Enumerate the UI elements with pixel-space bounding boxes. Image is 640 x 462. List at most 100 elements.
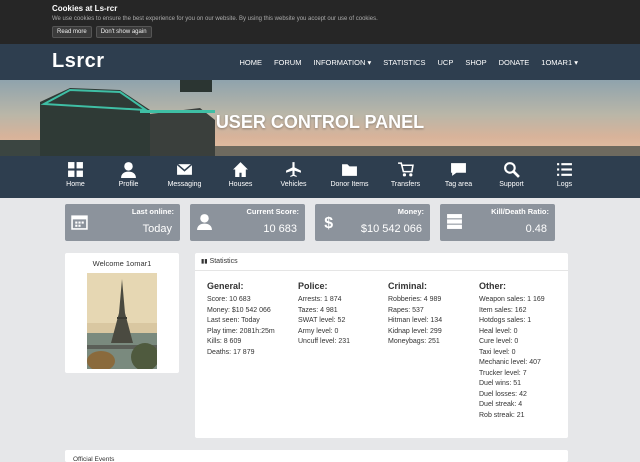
- stat-current-score: Current Score: 10 683: [190, 204, 305, 241]
- user-icon: [197, 214, 212, 230]
- page-title: USER CONTROL PANEL: [215, 112, 425, 132]
- bar-chart-icon: ▮▮: [201, 259, 208, 265]
- ucp-icon-bar: Home Profile Messaging Houses Vehicles D…: [0, 156, 640, 198]
- statistics-panel: ▮▮ Statistics General: Score: 10 683 Mon…: [195, 253, 568, 438]
- ucp-nav-logs[interactable]: Logs: [538, 156, 591, 198]
- stat-money: $ Money: $10 542 066: [315, 204, 430, 241]
- official-events-panel: Official Events: [65, 450, 568, 462]
- ucp-nav-label: Profile: [118, 181, 139, 188]
- stat-row: Cure level: 0: [479, 338, 519, 345]
- ucp-nav-label: Logs: [556, 181, 573, 188]
- stat-label: Current Score:: [246, 207, 299, 216]
- ucp-nav-label: Tag area: [444, 181, 473, 188]
- grid-icon: [68, 162, 83, 177]
- stat-row: Taxi level: 0: [479, 348, 516, 356]
- envelope-icon: [176, 163, 193, 175]
- ucp-nav-label: Vehicles: [280, 181, 307, 188]
- stat-label: Kill/Death Ratio:: [491, 207, 549, 216]
- stat-row: Trucker level: 7: [479, 369, 527, 377]
- ucp-nav-home[interactable]: Home: [49, 156, 102, 198]
- menu-home[interactable]: HOME: [239, 58, 262, 67]
- stat-kill-death-ratio: Kill/Death Ratio: 0.48: [440, 204, 555, 241]
- read-more-button[interactable]: Read more: [52, 26, 92, 38]
- stat-row: Hitman level: 134: [388, 317, 443, 324]
- statistics-title: Statistics: [209, 258, 238, 265]
- stat-row: Uncuff level: 231: [298, 338, 351, 345]
- menu-forum[interactable]: FORUM: [274, 58, 302, 67]
- site-logo[interactable]: Lsrcr: [52, 50, 105, 73]
- criminal-title: Criminal:: [388, 281, 428, 291]
- stat-last-online: Last online: Today: [65, 204, 180, 241]
- stat-row: Kidnap level: 299: [388, 327, 442, 335]
- general-column: General: Score: 10 683 Money: $10 542 06…: [207, 281, 275, 358]
- police-column: Police: Arrests: 1 874 Tazes: 4 981 SWAT…: [298, 281, 350, 348]
- stat-row: Heal level: 0: [479, 327, 518, 335]
- ucp-nav-label: Home: [66, 181, 85, 188]
- ucp-nav-messaging[interactable]: Messaging: [155, 156, 214, 198]
- house-icon: [233, 162, 248, 177]
- calendar-icon: [71, 215, 88, 230]
- main-menu: HOME FORUM INFORMATION ▾ STATISTICS UCP …: [239, 58, 578, 67]
- cart-icon: [398, 162, 414, 177]
- ucp-nav-donor-items[interactable]: Donor Items: [320, 156, 379, 198]
- stat-row: Duel losses: 42: [479, 390, 527, 398]
- ucp-nav-houses[interactable]: Houses: [214, 156, 267, 198]
- stat-row: Mechanic level: 407: [479, 359, 541, 366]
- menu-ucp[interactable]: UCP: [437, 58, 453, 67]
- ucp-nav-vehicles[interactable]: Vehicles: [267, 156, 320, 198]
- comment-icon: [451, 163, 466, 176]
- welcome-text: Welcome 1omar1: [92, 259, 152, 268]
- stat-label: Last online:: [131, 207, 174, 216]
- stat-row: Play time: 2081h:25m: [207, 327, 275, 335]
- stat-value: Today: [142, 223, 172, 235]
- ucp-nav-support[interactable]: Support: [485, 156, 538, 198]
- ucp-nav-label: Donor Items: [330, 181, 369, 188]
- menu-donate[interactable]: DONATE: [499, 58, 530, 67]
- stat-label: Money:: [397, 207, 424, 216]
- cookie-message: We use cookies to ensure the best experi…: [52, 16, 378, 22]
- dont-show-again-button[interactable]: Don't show again: [95, 26, 152, 38]
- avatar-image: [87, 273, 157, 369]
- dollar-icon: $: [324, 215, 333, 230]
- stat-row: Robberies: 4 989: [388, 296, 442, 303]
- stat-row: Money: $10 542 066: [207, 306, 271, 314]
- menu-user[interactable]: 1OMAR1 ▾: [541, 58, 578, 67]
- stat-row: Hotdogs sales: 1: [479, 317, 532, 324]
- other-title: Other:: [479, 281, 506, 291]
- list-icon: [557, 163, 572, 176]
- ucp-nav-label: Transfers: [390, 181, 421, 188]
- user-icon: [121, 162, 136, 178]
- page-banner: USER CONTROL PANEL: [0, 80, 640, 156]
- ucp-nav-transfers[interactable]: Transfers: [379, 156, 432, 198]
- stat-value: $10 542 066: [360, 223, 422, 235]
- stat-row: Duel wins: 51: [479, 380, 522, 387]
- stat-row: Item sales: 162: [479, 306, 527, 314]
- ucp-nav-label: Support: [499, 181, 524, 188]
- stat-row: Arrests: 1 874: [298, 296, 342, 303]
- menu-statistics[interactable]: STATISTICS: [383, 58, 425, 67]
- stat-row: Moneybags: 251: [388, 338, 440, 345]
- stat-tiles: Last online: Today Current Score: 10 683…: [65, 204, 555, 241]
- ucp-nav-label: Messaging: [167, 181, 202, 188]
- stat-row: Rob streak: 21: [479, 411, 525, 419]
- welcome-card: Welcome 1omar1: [65, 253, 179, 373]
- menu-information[interactable]: INFORMATION ▾: [313, 58, 371, 67]
- ucp-nav-profile[interactable]: Profile: [102, 156, 155, 198]
- top-navbar: Lsrcr HOME FORUM INFORMATION ▾ STATISTIC…: [0, 44, 640, 80]
- stat-row: Duel streak: 4: [479, 401, 523, 408]
- official-events-title: Official Events: [73, 456, 115, 462]
- stat-row: Score: 10 683: [207, 296, 251, 303]
- stat-row: Kills: 8 609: [207, 338, 242, 345]
- stat-value: 10 683: [263, 223, 297, 235]
- stat-row: Rapes: 537: [388, 306, 424, 314]
- police-title: Police:: [298, 281, 328, 291]
- cookie-banner: Cookies at Ls-rcr We use cookies to ensu…: [0, 0, 640, 44]
- server-icon: [447, 214, 462, 229]
- stat-row: SWAT level: 52: [298, 317, 346, 324]
- cookie-title: Cookies at Ls-rcr: [52, 4, 118, 13]
- avatar[interactable]: [87, 273, 157, 369]
- menu-shop[interactable]: SHOP: [465, 58, 486, 67]
- other-column: Other: Weapon sales: 1 169 Item sales: 1…: [479, 281, 545, 421]
- ucp-nav-tag-area[interactable]: Tag area: [432, 156, 485, 198]
- criminal-column: Criminal: Robberies: 4 989 Rapes: 537 Hi…: [388, 281, 442, 348]
